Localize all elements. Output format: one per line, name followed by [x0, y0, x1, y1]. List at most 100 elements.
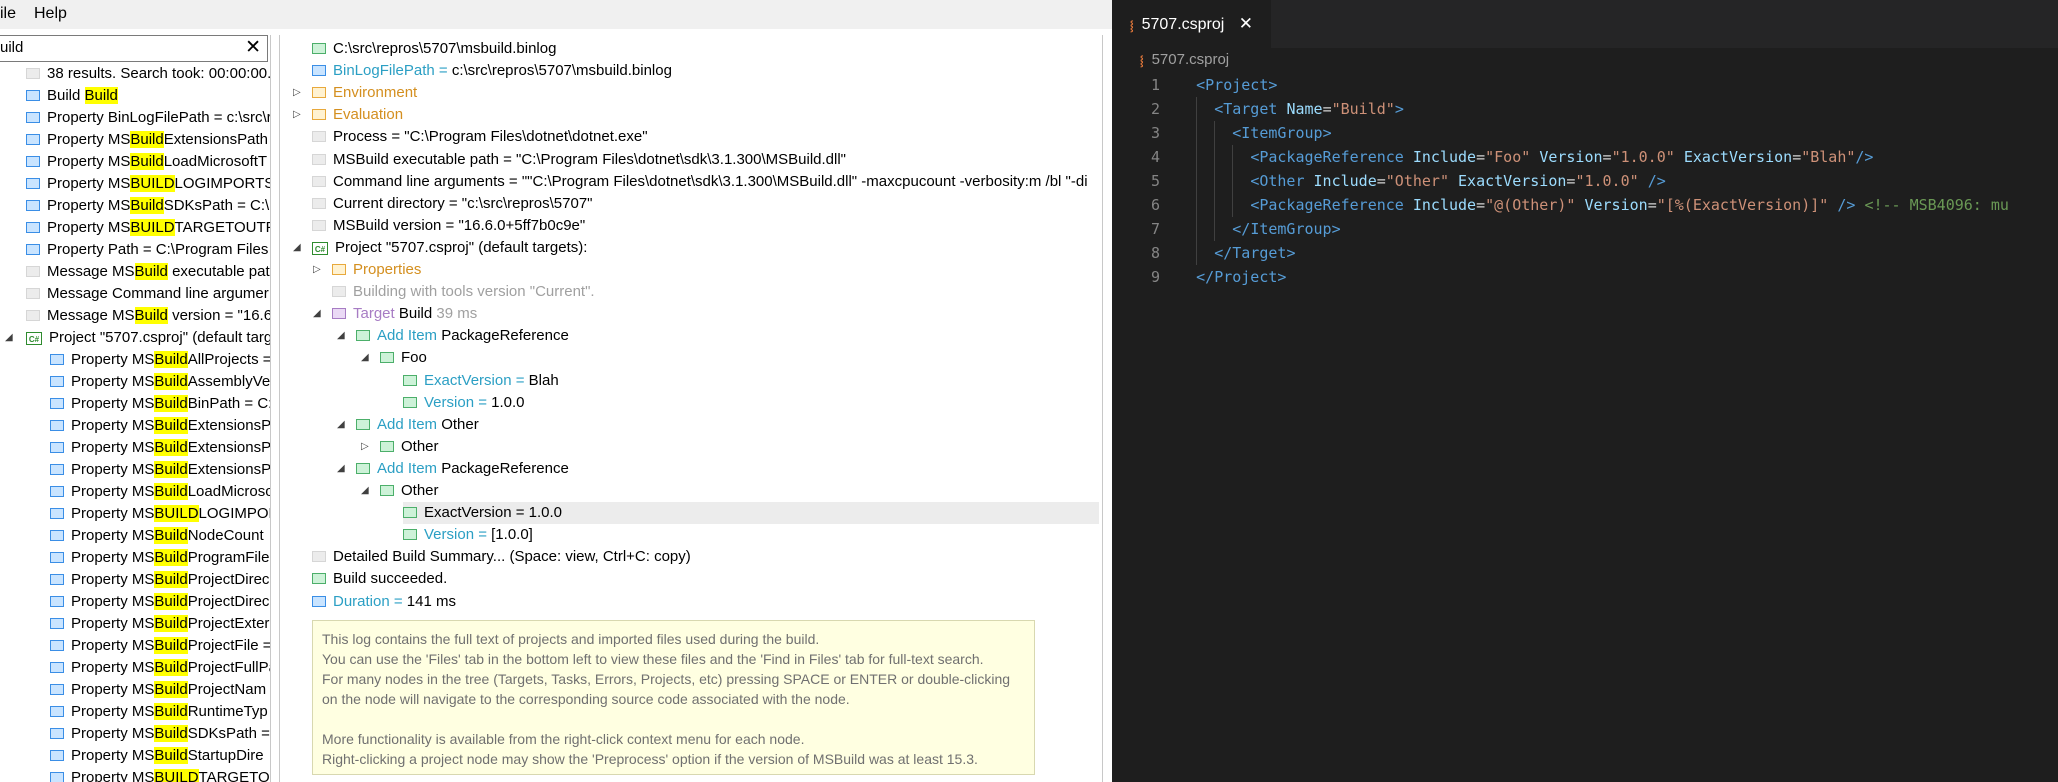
search-result-item[interactable]: Property MSBuildSDKsPath =: [50, 723, 270, 745]
tree-node[interactable]: Add Item Other: [356, 414, 479, 436]
tree-node[interactable]: Building with tools version "Current".: [332, 281, 595, 303]
tree-node[interactable]: Add Item PackageReference: [356, 458, 569, 480]
code-token: =: [1476, 196, 1486, 214]
tree-node[interactable]: MSBuild executable path = "C:\Program Fi…: [312, 149, 846, 171]
tree-node[interactable]: MSBuild version = "16.6.0+5ff7b0c9e": [312, 215, 585, 237]
code-token: />: [1647, 172, 1666, 190]
search-result-item[interactable]: Property MSBuildAssemblyVe: [50, 371, 270, 393]
search-highlight: BUILD: [130, 219, 175, 236]
search-result-item[interactable]: Property MSBuildProjectDirec: [50, 591, 269, 613]
search-result-item[interactable]: Property MSBuildExtensionsPa: [50, 459, 270, 481]
search-highlight: Build: [130, 131, 164, 148]
search-highlight: Build: [154, 725, 188, 742]
tree-node[interactable]: Environment: [312, 82, 417, 104]
blue-node-icon: [50, 750, 64, 761]
tree-node-selected[interactable]: ExactVersion = 1.0.0: [403, 502, 1099, 525]
tree-node[interactable]: Detailed Build Summary... (Space: view, …: [312, 546, 691, 568]
search-result-item[interactable]: Property MSBuildLoadMicroso: [50, 481, 270, 503]
tree-node[interactable]: C:\src\repros\5707\msbuild.binlog: [312, 38, 556, 60]
search-result-item[interactable]: Property MSBuildExtensionsPath: [26, 129, 268, 151]
node-text: Property MS: [47, 219, 131, 236]
search-result-item[interactable]: Property MSBuildStartupDire: [50, 745, 264, 767]
close-tab-icon[interactable]: ✕: [1239, 14, 1253, 33]
search-highlight: Build: [154, 615, 188, 632]
search-result-item[interactable]: Property MSBuildExtensionsPa: [50, 437, 270, 459]
search-result-item[interactable]: Message MSBuild version = "16.6: [26, 305, 270, 327]
tree-node[interactable]: Version = [1.0.0]: [403, 524, 533, 546]
search-result-item[interactable]: Property MSBuildSDKsPath = C:\P: [26, 195, 270, 217]
tree-node[interactable]: Properties: [332, 259, 421, 281]
search-result-item[interactable]: Property MSBuildRuntimeTyp: [50, 701, 268, 723]
search-result-item[interactable]: Build Build: [26, 85, 118, 107]
tree-node[interactable]: Command line arguments = ""C:\Program Fi…: [312, 171, 1088, 193]
tree-node[interactable]: Target Build 39 ms: [332, 303, 477, 325]
menu-file[interactable]: ile: [0, 5, 16, 23]
line-number: 9: [1150, 268, 1160, 286]
search-result-item[interactable]: Property MSBUILDTARGETOUTPU: [26, 217, 270, 239]
code-line: 7 </ItemGroup>: [1112, 217, 1341, 241]
code-token: =: [1602, 148, 1612, 166]
collapsed-arrow-icon[interactable]: ▷: [293, 109, 301, 120]
search-result-item[interactable]: Property MSBUILDLOGIMPORTS =: [26, 173, 270, 195]
collapsed-arrow-icon[interactable]: ▷: [293, 87, 301, 98]
node-text: Property MS: [71, 549, 155, 566]
search-result-item[interactable]: Property MSBuildAllProjects =: [50, 349, 270, 371]
node-text: Property MS: [71, 373, 155, 390]
search-result-item[interactable]: Message Command line argumer: [26, 283, 269, 305]
search-result-item[interactable]: Message MSBuild executable pat: [26, 261, 270, 283]
expanded-arrow-icon[interactable]: ◢: [313, 308, 321, 319]
tree-node[interactable]: Current directory = "c:\src\repros\5707": [312, 193, 593, 215]
tree-node[interactable]: ExactVersion = Blah: [403, 370, 559, 392]
search-result-item[interactable]: Property MSBuildProgramFile: [50, 547, 269, 569]
search-result-item[interactable]: Property Path = C:\Program Files: [26, 239, 268, 261]
tree-node[interactable]: Duration = 141 ms: [312, 591, 456, 613]
search-result-item[interactable]: Property MSBuildProjectFile =: [50, 635, 271, 657]
tree-node[interactable]: Other: [380, 436, 439, 458]
expanded-arrow-icon[interactable]: ◢: [293, 242, 301, 253]
search-result-item[interactable]: 38 results. Search took: 00:00:00.0: [26, 63, 270, 85]
tree-node[interactable]: Version = 1.0.0: [403, 392, 525, 414]
search-result-item[interactable]: Property MSBuildExtensionsPa: [50, 415, 270, 437]
search-highlight: Build: [154, 461, 188, 478]
tree-node[interactable]: Build succeeded.: [312, 568, 447, 590]
expanded-arrow-icon[interactable]: ◢: [337, 419, 345, 430]
search-result-item[interactable]: C# Project "5707.csproj" (default targ: [26, 327, 270, 349]
search-result-item[interactable]: Property MSBuildNodeCount: [50, 525, 264, 547]
tree-node[interactable]: Other: [380, 480, 439, 502]
search-input[interactable]: [0, 38, 240, 56]
tree-node[interactable]: Add Item PackageReference: [356, 325, 569, 347]
collapsed-arrow-icon[interactable]: ▷: [313, 264, 321, 275]
expanded-arrow-icon[interactable]: ◢: [361, 485, 369, 496]
breadcrumb[interactable]: ⸾ 5707.csproj: [1140, 49, 1229, 71]
expanded-arrow-icon[interactable]: ◢: [337, 330, 345, 341]
search-result-item[interactable]: Property MSBUILDTARGETOU: [50, 767, 270, 782]
tree-node[interactable]: C# Project "5707.csproj" (default targets…: [312, 237, 587, 259]
tree-node[interactable]: BinLogFilePath = c:\src\repros\5707\msbu…: [312, 60, 672, 82]
search-result-item[interactable]: Property MSBuildProjectDirec: [50, 569, 269, 591]
search-result-item[interactable]: Property MSBUILDLOGIMPOR: [50, 503, 270, 525]
node-text: Property MS: [47, 197, 131, 214]
blue-node-icon: [50, 486, 64, 497]
expanded-arrow-icon[interactable]: ◢: [361, 352, 369, 363]
tree-node[interactable]: Foo: [380, 347, 427, 369]
node-text: Property MS: [71, 461, 155, 478]
search-result-item[interactable]: Property MSBuildBinPath = C:: [50, 393, 270, 415]
close-icon[interactable]: ✕: [245, 37, 261, 59]
code-area[interactable]: 1 <Project> 2 <Target Name="Build"> 3 <Ite…: [1112, 73, 2058, 782]
menu-help[interactable]: Help: [34, 5, 67, 23]
search-highlight: Build: [154, 527, 188, 544]
tree-node[interactable]: Evaluation: [312, 104, 403, 126]
expanded-arrow-icon[interactable]: ◢: [5, 332, 13, 343]
collapsed-arrow-icon[interactable]: ▷: [361, 441, 369, 452]
search-result-item[interactable]: Property MSBuildProjectFullPa: [50, 657, 270, 679]
search-result-item[interactable]: Property MSBuildProjectExter: [50, 613, 269, 635]
search-result-item[interactable]: Property MSBuildProjectNam: [50, 679, 266, 701]
search-result-item[interactable]: Property BinLogFilePath = c:\src\r: [26, 107, 270, 129]
search-result-item[interactable]: Property MSBuildLoadMicrosoftT: [26, 151, 267, 173]
tree-node[interactable]: Process = "C:\Program Files\dotnet\dotne…: [312, 126, 648, 148]
gray-node-icon: [312, 197, 326, 209]
tab-5707-csproj[interactable]: ⸾ 5707.csproj ✕: [1112, 0, 1272, 48]
node-text: ProjectFile =: [187, 637, 271, 654]
expanded-arrow-icon[interactable]: ◢: [337, 463, 345, 474]
code-line: 1 <Project>: [1112, 73, 1277, 97]
